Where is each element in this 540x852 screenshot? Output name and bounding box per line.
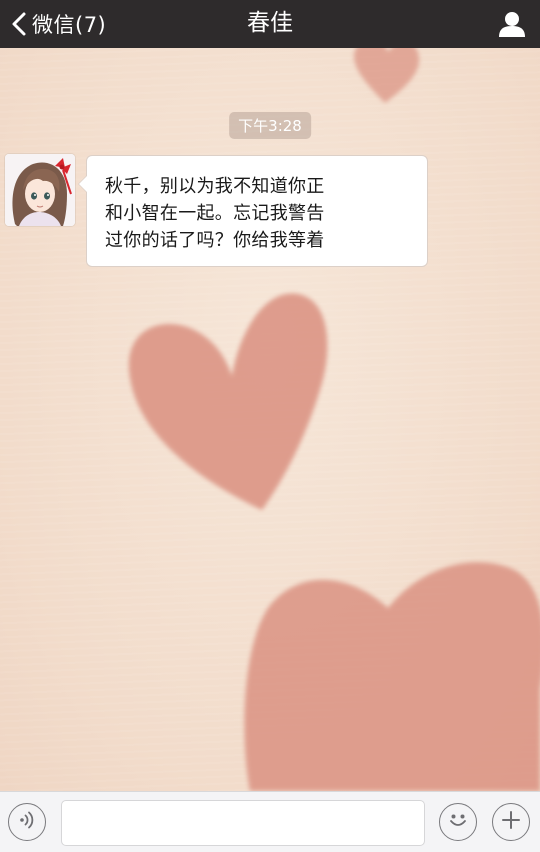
message-line: 过你的话了吗？你给我等着 [105, 230, 325, 251]
voice-icon [16, 809, 38, 835]
bubble-tail [79, 176, 87, 192]
nav-bar: 微信(7) 春佳 [0, 0, 540, 48]
message-input[interactable] [61, 800, 425, 846]
profile-button[interactable] [496, 8, 528, 40]
plus-icon [500, 809, 522, 835]
plus-button[interactable] [492, 803, 530, 841]
voice-button[interactable] [8, 803, 46, 841]
person-icon [496, 12, 528, 44]
chat-title: 春佳 [247, 10, 293, 36]
message-line: 秋千，别以为我不知道你正 [105, 176, 325, 197]
emoji-button[interactable] [439, 803, 477, 841]
message-timestamp: 下午3:28 [229, 112, 311, 139]
message-bubble[interactable]: 秋千，别以为我不知道你正 和小智在一起。忘记我警告 过你的话了吗？你给我等着 [78, 155, 428, 267]
sender-avatar[interactable] [5, 154, 75, 226]
emoji-icon [445, 807, 471, 837]
message-line: 和小智在一起。忘记我警告 [105, 203, 325, 224]
chat-area[interactable]: 下午3:28 秋千，别以为我不知道你正 和小智在一起。忘记我警告 过你的话了吗？… [0, 48, 540, 791]
input-bar [0, 791, 540, 852]
